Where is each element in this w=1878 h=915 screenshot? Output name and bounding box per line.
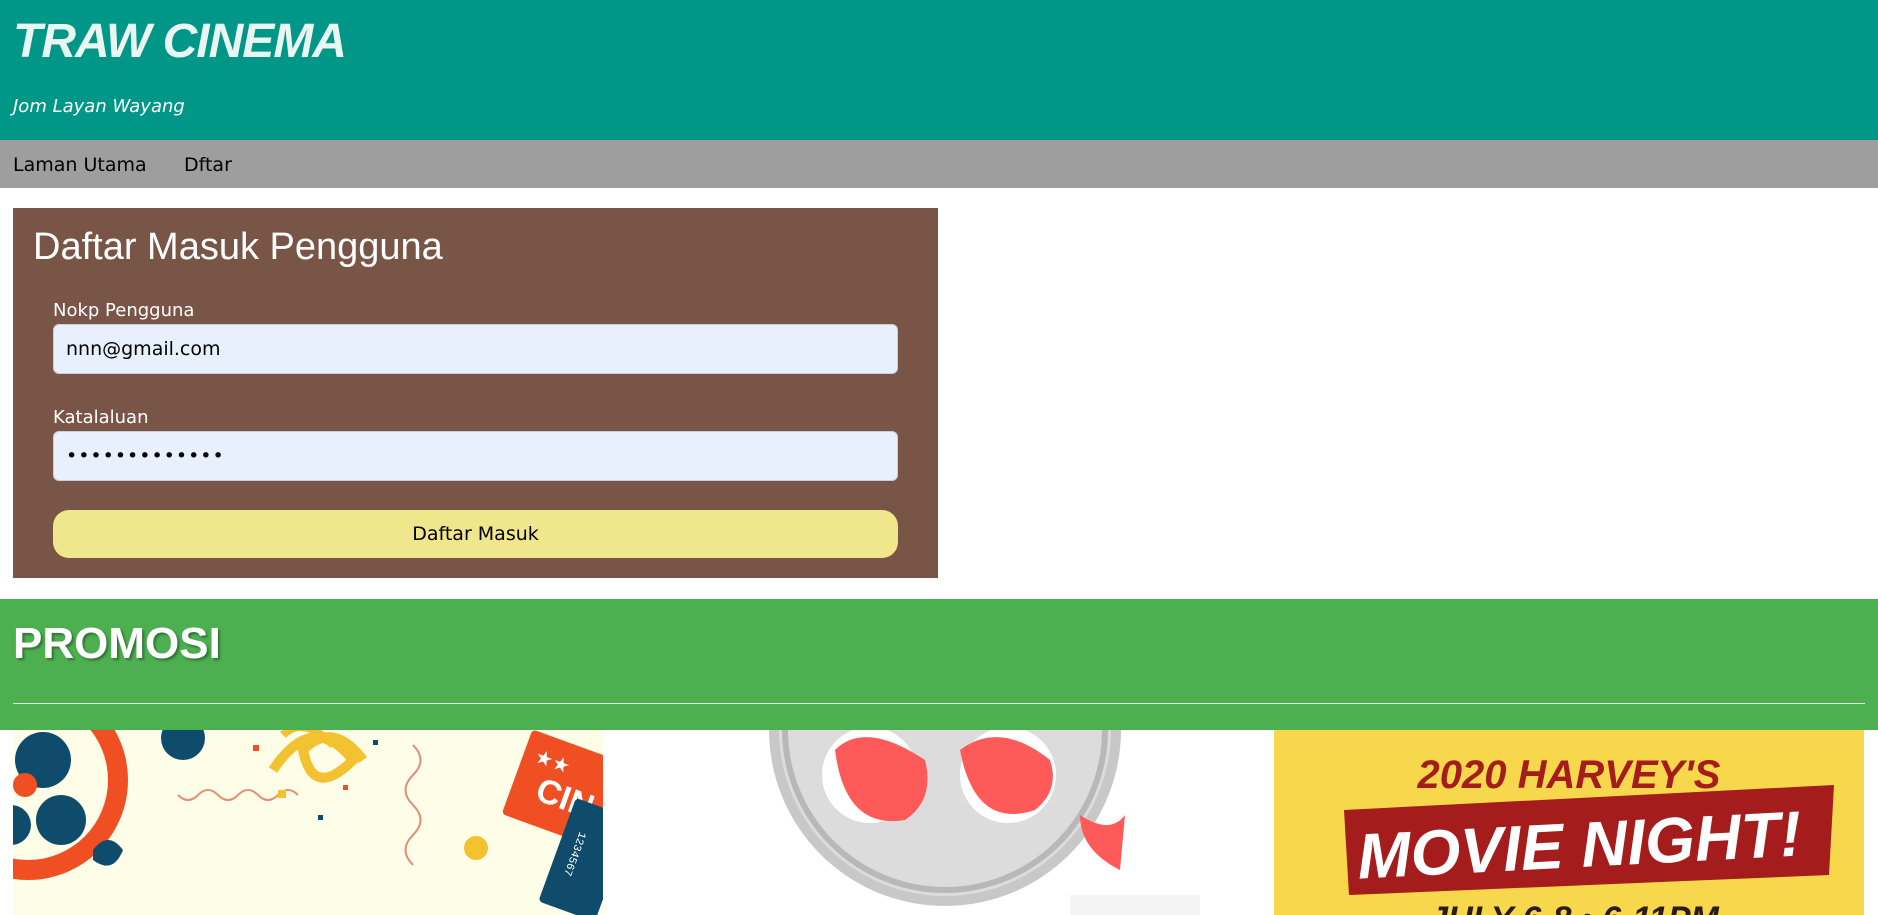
- site-header: TRAW CINEMA Jom Layan Wayang: [0, 0, 1878, 140]
- poster-line-1: 2020 HARVEY'S: [1417, 753, 1721, 797]
- nav-link-laman-utama[interactable]: Laman Utama: [13, 154, 147, 176]
- film-reel-illustration: [769, 730, 1200, 915]
- nav-link-dftar[interactable]: Dftar: [184, 154, 232, 176]
- promo-poster-2[interactable]: [760, 730, 1200, 915]
- movie-night-illustration: 2020 HARVEY'S MOVIE NIGHT! JULY 6-8 • 6-…: [1344, 753, 1834, 915]
- password-input[interactable]: •••••••••••••: [53, 431, 898, 481]
- poster-line-3: JULY 6-8 • 6-11PM: [1429, 900, 1719, 915]
- username-label: Nokp Pengguna: [53, 300, 195, 321]
- site-title: TRAW CINEMA: [13, 15, 347, 68]
- promo-poster-1[interactable]: CIN ★★ 1234567: [13, 730, 603, 915]
- promo-heading: PROMOSI: [13, 619, 221, 668]
- login-panel: Daftar Masuk Pengguna Nokp Pengguna nnn@…: [13, 208, 938, 578]
- site-tagline: Jom Layan Wayang: [13, 96, 185, 117]
- promo-poster-3[interactable]: 2020 HARVEY'S MOVIE NIGHT! JULY 6-8 • 6-…: [1274, 730, 1864, 915]
- password-label: Katalaluan: [53, 407, 149, 428]
- nav-bar: Laman Utama Dftar: [0, 140, 1878, 188]
- login-button[interactable]: Daftar Masuk: [53, 510, 898, 558]
- promo-banner: PROMOSI: [0, 599, 1878, 730]
- username-input[interactable]: nnn@gmail.com: [53, 324, 898, 374]
- login-title: Daftar Masuk Pengguna: [33, 226, 443, 268]
- promo-divider: [13, 703, 1865, 704]
- cinema-party-illustration: CIN ★★ 1234567: [13, 730, 603, 915]
